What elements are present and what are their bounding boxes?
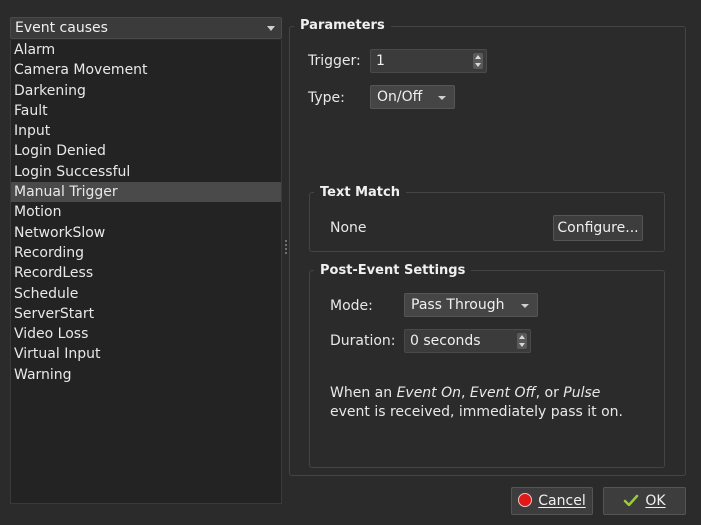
description-text: event is received, immediately pass it o… — [330, 404, 623, 420]
description-text: , or — [535, 385, 564, 401]
spin-arrows-icon[interactable] — [517, 333, 527, 349]
list-item[interactable]: Alarm — [11, 40, 281, 60]
list-item[interactable]: Video Loss — [11, 324, 281, 344]
ok-check-icon — [624, 494, 639, 506]
list-item[interactable]: RecordLess — [11, 263, 281, 283]
duration-value: 0 seconds — [410, 333, 481, 349]
event-causes-list[interactable]: Alarm Camera Movement Darkening Fault In… — [10, 40, 282, 504]
event-causes-header[interactable]: Event causes — [10, 17, 282, 39]
post-event-description: When an Event On, Event Off, or Pulse ev… — [330, 384, 650, 422]
list-item[interactable]: Input — [11, 121, 281, 141]
duration-label: Duration: — [330, 333, 396, 349]
splitter-handle[interactable] — [285, 240, 287, 258]
type-label: Type: — [308, 90, 345, 106]
list-item[interactable]: Schedule — [11, 284, 281, 304]
configure-button[interactable]: Configure... — [553, 215, 643, 241]
list-item-selected[interactable]: Manual Trigger — [11, 182, 281, 203]
list-item[interactable]: Darkening — [11, 81, 281, 101]
list-item[interactable]: Virtual Input — [11, 344, 281, 364]
text-match-title: Text Match — [314, 185, 406, 200]
description-emphasis: Event Off — [469, 385, 536, 401]
parameters-title: Parameters — [294, 18, 391, 33]
list-item[interactable]: Recording — [11, 243, 281, 263]
trigger-spinbox[interactable]: 1 — [370, 49, 487, 73]
list-item[interactable]: Warning — [11, 365, 281, 385]
description-text: When an — [330, 385, 397, 401]
mode-value: Pass Through — [411, 297, 505, 313]
cancel-label: Cancel — [538, 493, 586, 509]
ok-label: OK — [645, 493, 666, 509]
list-item[interactable]: Motion — [11, 202, 281, 222]
chevron-down-icon — [438, 96, 446, 100]
spin-arrows-icon[interactable] — [473, 53, 483, 69]
duration-spinbox[interactable]: 0 seconds — [404, 329, 531, 353]
chevron-down-icon — [521, 304, 529, 308]
description-emphasis: Pulse — [563, 385, 601, 401]
trigger-value: 1 — [376, 53, 385, 69]
description-emphasis: Event On — [396, 385, 462, 401]
list-item[interactable]: NetworkSlow — [11, 223, 281, 243]
cancel-icon — [518, 493, 533, 507]
chevron-down-icon — [267, 26, 275, 31]
mode-label: Mode: — [330, 298, 373, 314]
type-value: On/Off — [377, 89, 423, 105]
list-item[interactable]: Login Successful — [11, 162, 281, 182]
list-item[interactable]: Login Denied — [11, 141, 281, 161]
ok-button[interactable]: OK — [603, 487, 686, 515]
type-dropdown[interactable]: On/Off — [370, 85, 455, 109]
list-item[interactable]: Fault — [11, 101, 281, 121]
list-item[interactable]: Camera Movement — [11, 60, 281, 80]
text-match-value: None — [330, 220, 367, 236]
mode-dropdown[interactable]: Pass Through — [404, 293, 538, 317]
list-item[interactable]: ServerStart — [11, 304, 281, 324]
cancel-button[interactable]: Cancel — [511, 487, 593, 515]
post-event-title: Post-Event Settings — [314, 263, 472, 278]
trigger-label: Trigger: — [308, 53, 361, 69]
event-causes-header-label: Event causes — [15, 20, 108, 36]
description-text: , — [461, 385, 470, 401]
